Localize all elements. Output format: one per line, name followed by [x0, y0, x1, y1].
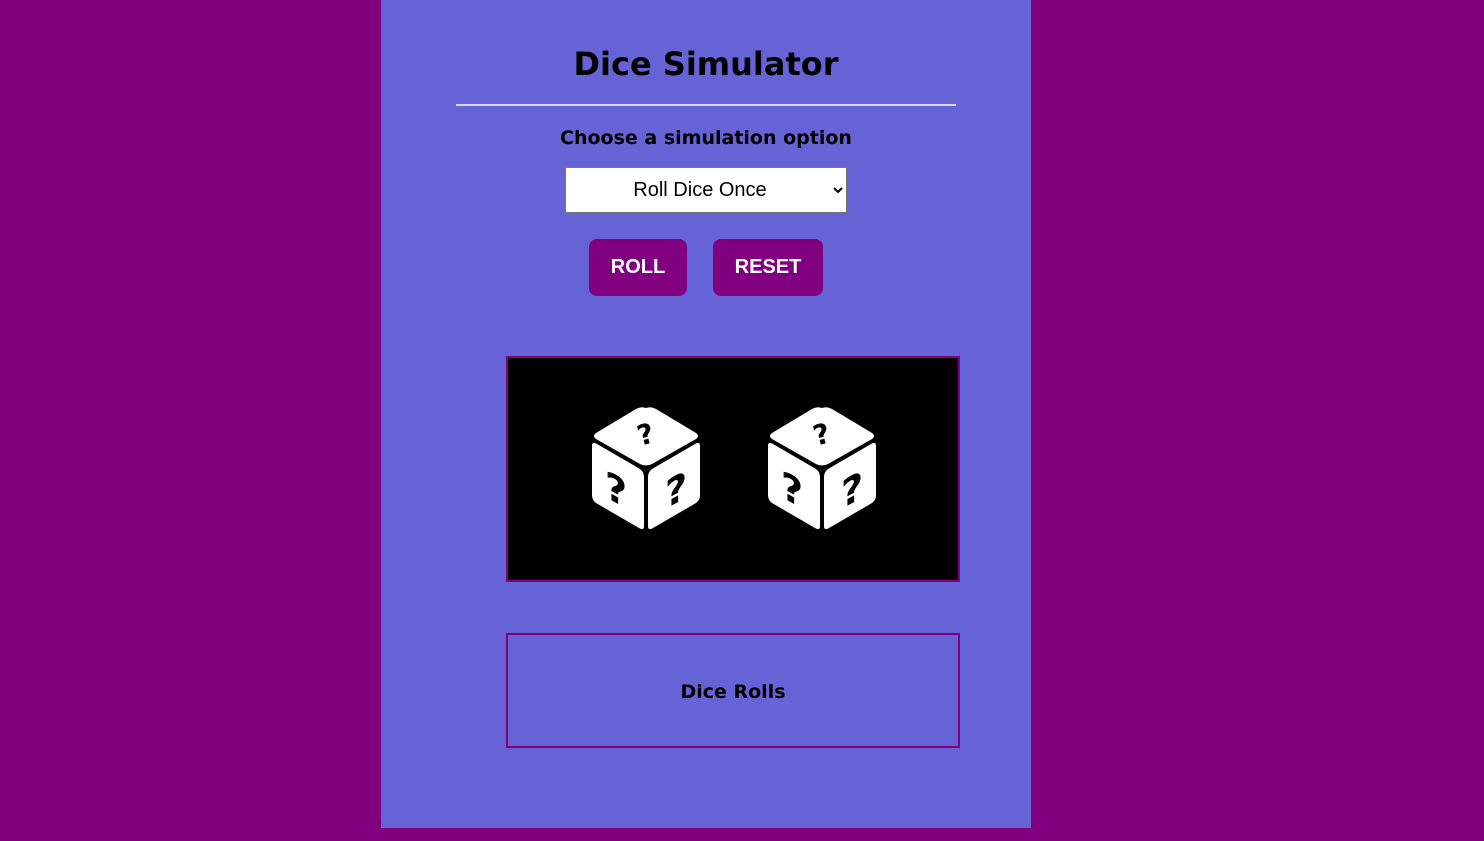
page-title: Dice Simulator [573, 45, 839, 83]
simulator-panel: Dice Simulator Choose a simulation optio… [381, 0, 1031, 828]
dice-display: ? ? ? ? ? ? [506, 356, 960, 582]
simulation-select-wrapper: Roll Dice Once [565, 167, 847, 213]
option-prompt: Choose a simulation option [560, 127, 852, 149]
reset-button[interactable]: RESET [713, 239, 823, 296]
title-divider [456, 104, 956, 106]
dice-rolls-title: Dice Rolls [680, 681, 786, 703]
simulation-option-select[interactable]: Roll Dice Once [565, 167, 847, 213]
question-dice-icon: ? ? ? [592, 407, 700, 530]
dice-rolls-panel: Dice Rolls [506, 633, 960, 748]
roll-button[interactable]: ROLL [589, 239, 687, 296]
question-dice-icon: ? ? ? [768, 407, 876, 530]
